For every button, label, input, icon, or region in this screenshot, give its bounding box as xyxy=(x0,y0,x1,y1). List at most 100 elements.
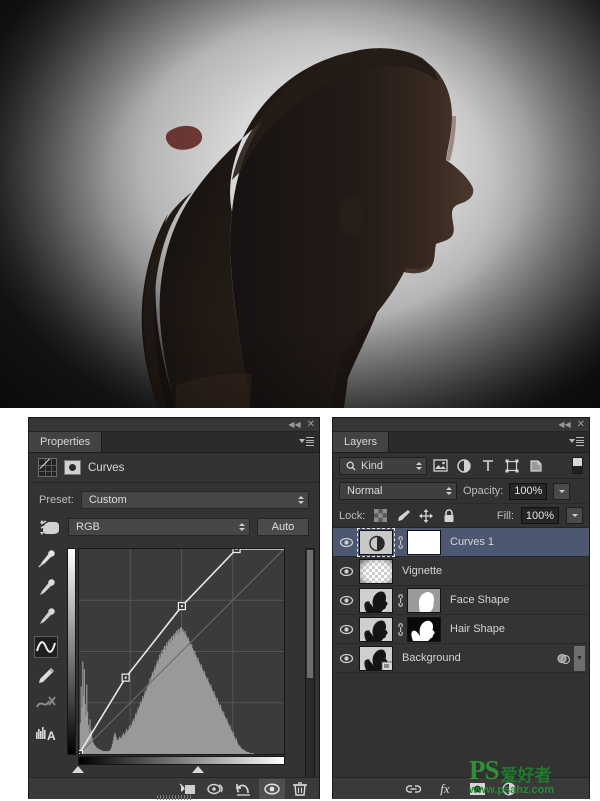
curves-grid[interactable] xyxy=(78,548,285,755)
sample-in-image-black-eyedropper-icon[interactable] xyxy=(34,549,58,571)
layer-thumbnail[interactable] xyxy=(359,558,393,584)
layer-mask-thumbnail[interactable] xyxy=(407,529,441,555)
panel-resize-gripper[interactable] xyxy=(157,795,191,800)
chevron-updown-icon xyxy=(292,496,304,504)
curves-display-options-icon[interactable]: A xyxy=(34,723,58,745)
tabstrip-empty xyxy=(389,432,589,452)
filter-pixel-layers-icon[interactable] xyxy=(429,457,451,475)
panel-menu-icon[interactable] xyxy=(299,437,314,446)
layer-mask-link-icon[interactable] xyxy=(393,535,407,549)
tab-properties-label: Properties xyxy=(40,436,91,448)
curves-toolbar: A xyxy=(31,546,61,745)
sample-in-image-gray-eyedropper-icon[interactable] xyxy=(34,578,58,600)
draw-curve-pencil-icon[interactable] xyxy=(34,665,58,687)
layer-visibility-icon[interactable] xyxy=(333,566,359,577)
lock-label: Lock: xyxy=(339,509,366,522)
add-layer-mask-icon[interactable] xyxy=(467,780,487,798)
layer-mask-icon xyxy=(64,460,81,475)
layer-mask-thumbnail[interactable] xyxy=(407,587,441,613)
lock-transparent-pixels-icon[interactable] xyxy=(372,508,388,524)
fx-label: fx xyxy=(440,780,450,796)
layer-row[interactable]: Face Shape xyxy=(333,586,589,615)
layer-name-label: Curves 1 xyxy=(450,536,495,548)
black-point-slider[interactable] xyxy=(72,766,84,773)
filter-shape-layers-icon[interactable] xyxy=(501,457,523,475)
collapse-icon[interactable]: ◀◀ xyxy=(288,419,300,430)
toggle-layer-visibility-icon[interactable] xyxy=(259,778,285,799)
on-image-adjust-icon[interactable] xyxy=(39,518,61,536)
auto-button[interactable]: Auto xyxy=(257,518,309,536)
layer-style-fx-icon[interactable]: fx xyxy=(435,780,455,798)
layers-body: Kind Normal Opacity: 100% Lock: Fill: 10… xyxy=(333,453,589,799)
layers-tabstrip: Layers xyxy=(333,432,589,453)
canvas-image xyxy=(0,0,600,408)
expand-arrow-icon[interactable]: ▼ xyxy=(574,645,585,671)
curves-plot[interactable] xyxy=(67,548,285,776)
layer-thumbnail[interactable] xyxy=(359,587,393,613)
lock-all-icon[interactable] xyxy=(441,508,457,524)
smooth-curve-icon[interactable] xyxy=(34,694,58,716)
link-layers-icon[interactable] xyxy=(403,780,423,798)
input-gradient-bar xyxy=(78,756,285,765)
blend-mode-row: Normal Opacity: 100% xyxy=(333,479,589,504)
auto-button-label: Auto xyxy=(271,521,295,533)
black-white-point-sliders[interactable] xyxy=(72,766,285,776)
layer-row[interactable]: Vignette xyxy=(333,557,589,586)
layer-row[interactable]: Hair Shape xyxy=(333,615,589,644)
properties-tabstrip: Properties xyxy=(29,432,319,453)
edit-points-curve-icon[interactable] xyxy=(34,636,58,658)
close-icon[interactable]: ✕ xyxy=(577,419,585,430)
white-point-slider[interactable] xyxy=(192,766,205,773)
opacity-value[interactable]: 100% xyxy=(509,482,548,500)
properties-panel-titlebar: ◀◀ ✕ xyxy=(29,418,319,432)
layer-visibility-icon[interactable] xyxy=(333,595,359,606)
layer-row[interactable]: Background ▼ xyxy=(333,644,589,673)
layer-mask-link-icon[interactable] xyxy=(393,593,407,607)
sample-in-image-white-eyedropper-icon[interactable] xyxy=(34,607,58,629)
view-previous-state-icon[interactable] xyxy=(203,779,229,799)
new-adjustment-layer-icon[interactable] xyxy=(499,780,519,798)
reset-icon[interactable] xyxy=(231,779,257,799)
close-icon[interactable]: ✕ xyxy=(307,419,315,430)
opacity-dropdown-icon[interactable] xyxy=(553,482,571,500)
lock-image-pixels-icon[interactable] xyxy=(395,508,411,524)
filter-enable-toggle[interactable] xyxy=(572,457,583,474)
fill-dropdown-icon[interactable] xyxy=(566,507,583,524)
preset-value: Custom xyxy=(88,494,127,506)
layer-list: Curves 1 Vignette Face Shape Hair Shape … xyxy=(333,527,589,673)
adjustment-title: Curves xyxy=(88,461,125,474)
scrollbar-thumb[interactable] xyxy=(307,550,313,678)
layer-thumbnail[interactable] xyxy=(359,616,393,642)
lock-position-icon[interactable] xyxy=(418,508,434,524)
delete-adjustment-icon[interactable] xyxy=(287,779,313,799)
adjustment-header: Curves xyxy=(29,453,319,483)
preset-dropdown[interactable]: Custom xyxy=(80,491,309,509)
layer-visibility-icon[interactable] xyxy=(333,537,359,548)
layer-mask-thumbnail[interactable] xyxy=(407,616,441,642)
layer-mask-link-icon[interactable] xyxy=(393,622,407,636)
tab-layers[interactable]: Layers xyxy=(333,432,390,452)
blend-mode-dropdown[interactable]: Normal xyxy=(339,482,457,500)
layer-name-label: Vignette xyxy=(402,565,443,577)
layer-visibility-icon[interactable] xyxy=(333,653,359,664)
filter-smart-object-layers-icon[interactable] xyxy=(525,457,547,475)
layer-thumbnail[interactable] xyxy=(357,527,395,557)
panel-menu-icon[interactable] xyxy=(569,437,584,446)
layer-row[interactable]: Curves 1 xyxy=(333,527,589,557)
layer-thumbnail[interactable] xyxy=(359,645,393,671)
tab-properties[interactable]: Properties xyxy=(29,432,103,452)
properties-footer xyxy=(29,777,319,800)
properties-panel: ◀◀ ✕ Properties Curves Preset: Custom RG… xyxy=(28,417,320,800)
chevron-updown-icon xyxy=(233,523,245,531)
layer-visibility-icon[interactable] xyxy=(333,624,359,635)
collapse-icon[interactable]: ◀◀ xyxy=(558,419,570,430)
fill-value[interactable]: 100% xyxy=(521,507,559,524)
filter-type-layers-icon[interactable] xyxy=(477,457,499,475)
channel-dropdown[interactable]: RGB xyxy=(68,518,250,536)
smart-filter-icon[interactable] xyxy=(556,652,571,665)
filter-kind-dropdown[interactable]: Kind xyxy=(339,456,427,475)
properties-scrollbar[interactable] xyxy=(305,548,315,778)
blend-mode-value: Normal xyxy=(347,485,383,497)
curves-icon xyxy=(38,458,57,477)
filter-adjustment-layers-icon[interactable] xyxy=(453,457,475,475)
